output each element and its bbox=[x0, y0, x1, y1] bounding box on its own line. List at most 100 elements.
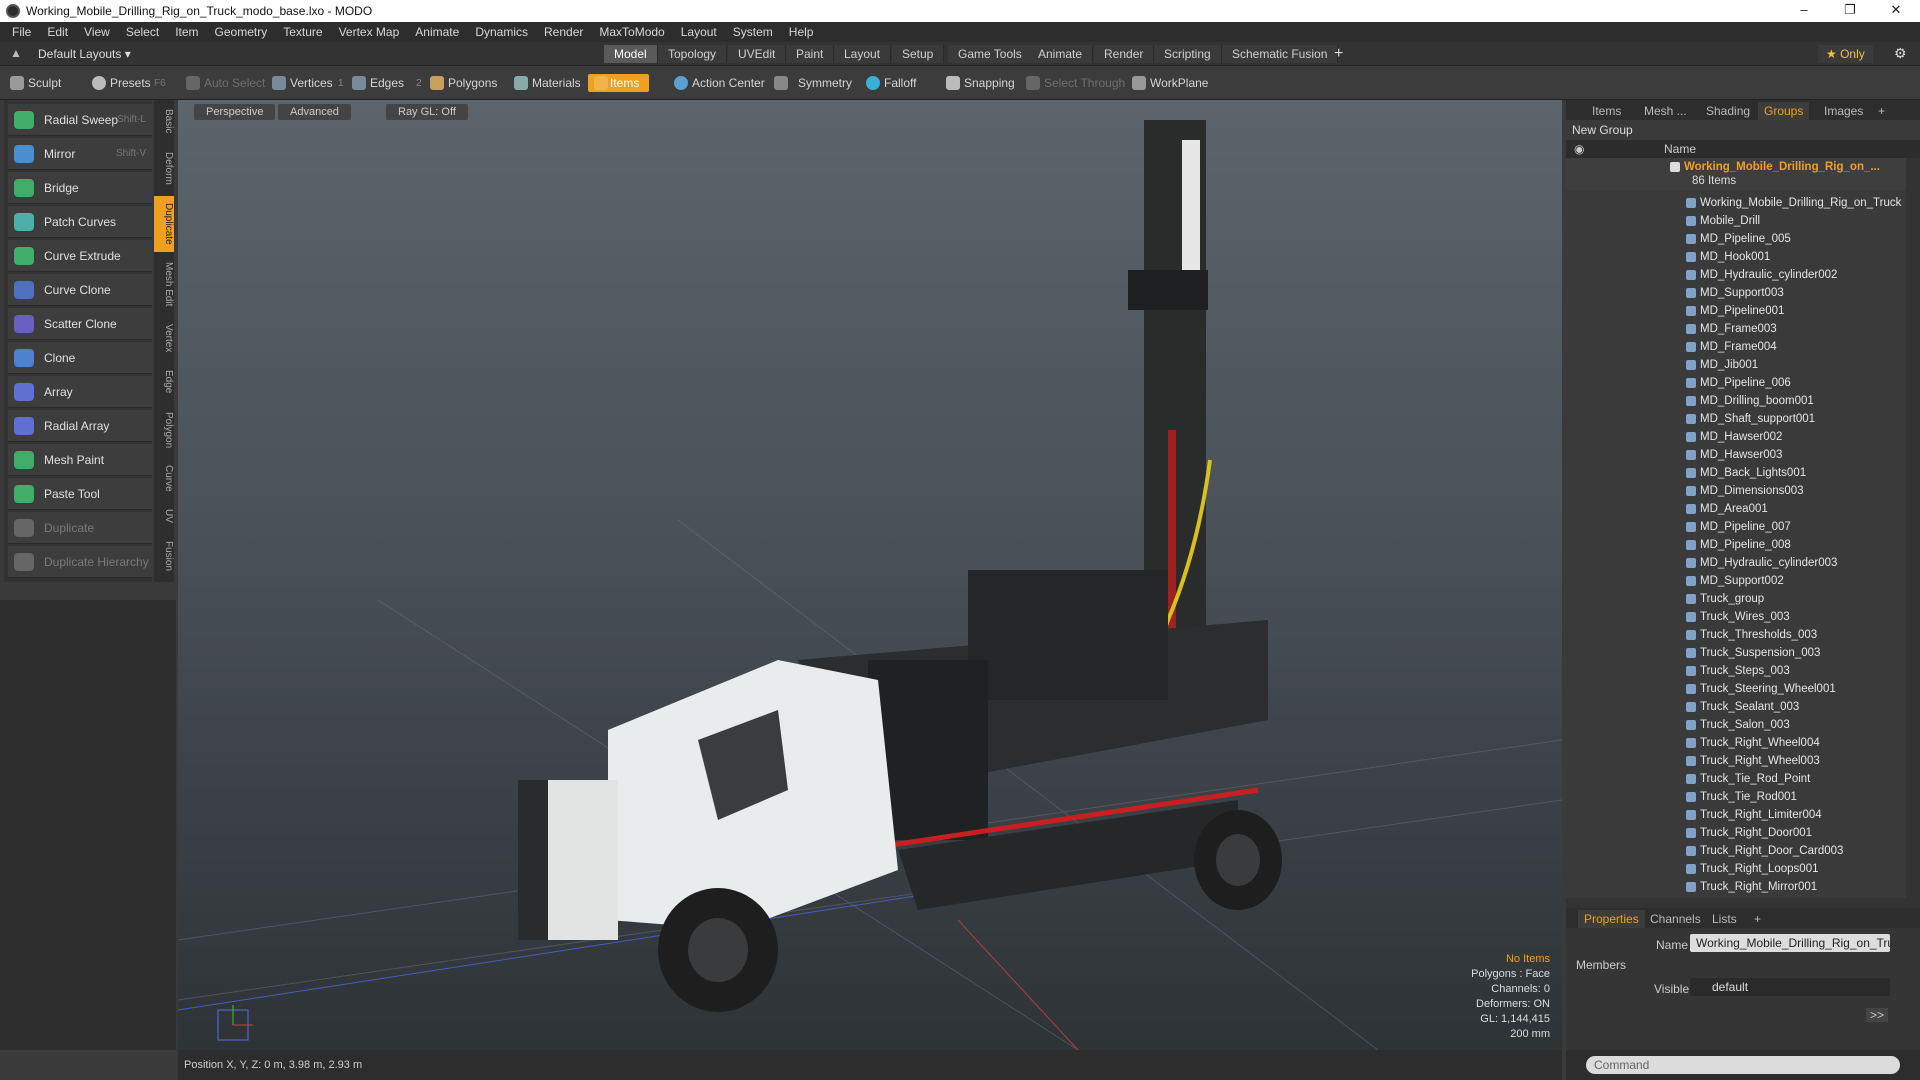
curve-clone-tool[interactable]: Curve Clone bbox=[8, 274, 152, 306]
menu-item[interactable]: Item bbox=[167, 25, 206, 39]
menu-dynamics[interactable]: Dynamics bbox=[467, 25, 536, 39]
radial-array-tool[interactable]: Radial Array bbox=[8, 410, 152, 442]
list-item[interactable]: MD_Hawser003 bbox=[1566, 446, 1906, 464]
vtab-basic[interactable]: Basic bbox=[154, 104, 174, 138]
list-item[interactable]: Truck_Suspension_003 bbox=[1566, 644, 1906, 662]
list-item[interactable]: MD_Support003 bbox=[1566, 284, 1906, 302]
scatter-clone-tool[interactable]: Scatter Clone bbox=[8, 308, 152, 340]
tab-mesh[interactable]: Mesh ... bbox=[1638, 102, 1693, 120]
vtab-duplicate[interactable]: Duplicate bbox=[154, 196, 174, 252]
duplicate-hierarchy-tool[interactable]: Duplicate Hierarchy bbox=[8, 546, 152, 578]
list-item[interactable]: Truck_Right_Wheel004 bbox=[1566, 734, 1906, 752]
menu-maxtomodo[interactable]: MaxToModo bbox=[591, 25, 672, 39]
patch-curves-tool[interactable]: Patch Curves bbox=[8, 206, 152, 238]
members-section[interactable]: Members bbox=[1576, 958, 1626, 972]
tab-setup[interactable]: Setup bbox=[892, 45, 945, 63]
vtab-curve[interactable]: Curve bbox=[154, 460, 174, 496]
expand-button[interactable]: >> bbox=[1866, 1008, 1889, 1022]
add-tab-button[interactable]: + bbox=[1334, 45, 1343, 63]
list-item[interactable]: MD_Frame003 bbox=[1566, 320, 1906, 338]
list-item[interactable]: MD_Hawser002 bbox=[1566, 428, 1906, 446]
menu-layout[interactable]: Layout bbox=[673, 25, 725, 39]
tab-render[interactable]: Render bbox=[1094, 45, 1155, 63]
add-panel-tab-button[interactable]: + bbox=[1872, 102, 1891, 120]
tab-game-tools[interactable]: Game Tools bbox=[948, 45, 1033, 63]
add-props-tab-button[interactable]: + bbox=[1748, 910, 1767, 928]
vtab-deform[interactable]: Deform bbox=[154, 144, 174, 192]
menu-texture[interactable]: Texture bbox=[275, 25, 330, 39]
paste-tool[interactable]: Paste Tool bbox=[8, 478, 152, 510]
tab-schematic-fusion[interactable]: Schematic Fusion bbox=[1222, 45, 1339, 63]
menu-geometry[interactable]: Geometry bbox=[207, 25, 276, 39]
group-row[interactable]: Working_Mobile_Drilling_Rig_on_... 86 It… bbox=[1566, 158, 1906, 190]
menu-animate[interactable]: Animate bbox=[407, 25, 467, 39]
radial-sweep-tool[interactable]: Radial Sweep Shift-L bbox=[8, 104, 152, 136]
presets-button[interactable]: Presets bbox=[92, 74, 151, 92]
action-center-button[interactable]: Action Center bbox=[674, 74, 765, 92]
tab-items[interactable]: Items bbox=[1586, 102, 1627, 120]
gear-icon[interactable]: ⚙ bbox=[1894, 45, 1907, 62]
list-item[interactable]: MD_Shaft_support001 bbox=[1566, 410, 1906, 428]
list-item[interactable]: Truck_Steps_003 bbox=[1566, 662, 1906, 680]
items-button[interactable]: Items bbox=[588, 74, 650, 92]
vtab-edge[interactable]: Edge bbox=[154, 364, 174, 400]
mirror-tool[interactable]: Mirror Shift-V bbox=[8, 138, 152, 170]
only-toggle[interactable]: ★ Only bbox=[1818, 45, 1873, 63]
select-through-button[interactable]: Select Through bbox=[1026, 74, 1125, 92]
menu-file[interactable]: File bbox=[4, 25, 39, 39]
tab-model[interactable]: Model bbox=[604, 45, 658, 63]
list-item[interactable]: MD_Pipeline_006 bbox=[1566, 374, 1906, 392]
list-item[interactable]: MD_Hydraulic_cylinder003 bbox=[1566, 554, 1906, 572]
list-item[interactable]: Truck_Right_Mirror001 bbox=[1566, 878, 1906, 896]
list-item[interactable]: Truck_Right_Door_Card003 bbox=[1566, 842, 1906, 860]
bridge-tool[interactable]: Bridge bbox=[8, 172, 152, 204]
tab-animate[interactable]: Animate bbox=[1028, 45, 1094, 63]
list-item[interactable]: Truck_Tie_Rod_Point bbox=[1566, 770, 1906, 788]
vtab-vertex[interactable]: Vertex bbox=[154, 318, 174, 358]
duplicate-tool[interactable]: Duplicate bbox=[8, 512, 152, 544]
list-item[interactable]: Truck_Thresholds_003 bbox=[1566, 626, 1906, 644]
tab-lists[interactable]: Lists bbox=[1706, 910, 1743, 928]
list-item[interactable]: MD_Area001 bbox=[1566, 500, 1906, 518]
tab-shading[interactable]: Shading bbox=[1700, 102, 1756, 120]
symmetry-button[interactable]: Symmetry bbox=[774, 74, 852, 92]
tab-groups[interactable]: Groups bbox=[1758, 102, 1810, 120]
vtab-uv[interactable]: UV bbox=[154, 502, 174, 530]
list-item[interactable]: MD_Hydraulic_cylinder002 bbox=[1566, 266, 1906, 284]
minimize-button[interactable]: – bbox=[1784, 0, 1824, 22]
tab-topology[interactable]: Topology bbox=[658, 45, 728, 63]
list-item[interactable]: MD_Back_Lights001 bbox=[1566, 464, 1906, 482]
list-item[interactable]: Working_Mobile_Drilling_Rig_on_Truck bbox=[1566, 194, 1906, 212]
mesh-paint-tool[interactable]: Mesh Paint bbox=[8, 444, 152, 476]
materials-button[interactable]: Materials bbox=[514, 74, 581, 92]
sculpt-button[interactable]: Sculpt bbox=[10, 74, 61, 92]
visible-dropdown[interactable]: default bbox=[1690, 978, 1890, 996]
3d-viewport[interactable]: Perspective Advanced Ray GL: Off No Item… bbox=[178, 100, 1562, 1050]
list-item[interactable]: Truck_Right_Door001 bbox=[1566, 824, 1906, 842]
new-group-button[interactable]: New Group bbox=[1566, 120, 1920, 140]
list-item[interactable]: Truck_Salon_003 bbox=[1566, 716, 1906, 734]
list-item[interactable]: Mobile_Drill bbox=[1566, 212, 1906, 230]
tab-images[interactable]: Images bbox=[1818, 102, 1869, 120]
workplane-button[interactable]: WorkPlane bbox=[1132, 74, 1208, 92]
list-item[interactable]: MD_Support002 bbox=[1566, 572, 1906, 590]
polygons-button[interactable]: Polygons bbox=[430, 74, 497, 92]
array-tool[interactable]: Array bbox=[8, 376, 152, 408]
falloff-button[interactable]: Falloff bbox=[866, 74, 916, 92]
menu-render[interactable]: Render bbox=[536, 25, 591, 39]
list-item[interactable]: MD_Dimensions003 bbox=[1566, 482, 1906, 500]
list-item[interactable]: Truck_Right_Loops001 bbox=[1566, 860, 1906, 878]
menu-vertex-map[interactable]: Vertex Map bbox=[331, 25, 408, 39]
command-input[interactable]: Command bbox=[1586, 1056, 1900, 1074]
list-item[interactable]: Truck_group bbox=[1566, 590, 1906, 608]
curve-extrude-tool[interactable]: Curve Extrude bbox=[8, 240, 152, 272]
layout-dropdown[interactable]: Default Layouts ▾ bbox=[38, 47, 131, 61]
list-item[interactable]: Truck_Wires_003 bbox=[1566, 608, 1906, 626]
list-item[interactable]: Truck_Tie_Rod001 bbox=[1566, 788, 1906, 806]
menu-view[interactable]: View bbox=[76, 25, 118, 39]
layout-up-icon[interactable]: ▲ bbox=[10, 46, 22, 60]
tab-properties[interactable]: Properties bbox=[1578, 910, 1645, 928]
menu-help[interactable]: Help bbox=[781, 25, 822, 39]
tab-paint[interactable]: Paint bbox=[786, 45, 835, 63]
list-item[interactable]: MD_Pipeline_007 bbox=[1566, 518, 1906, 536]
